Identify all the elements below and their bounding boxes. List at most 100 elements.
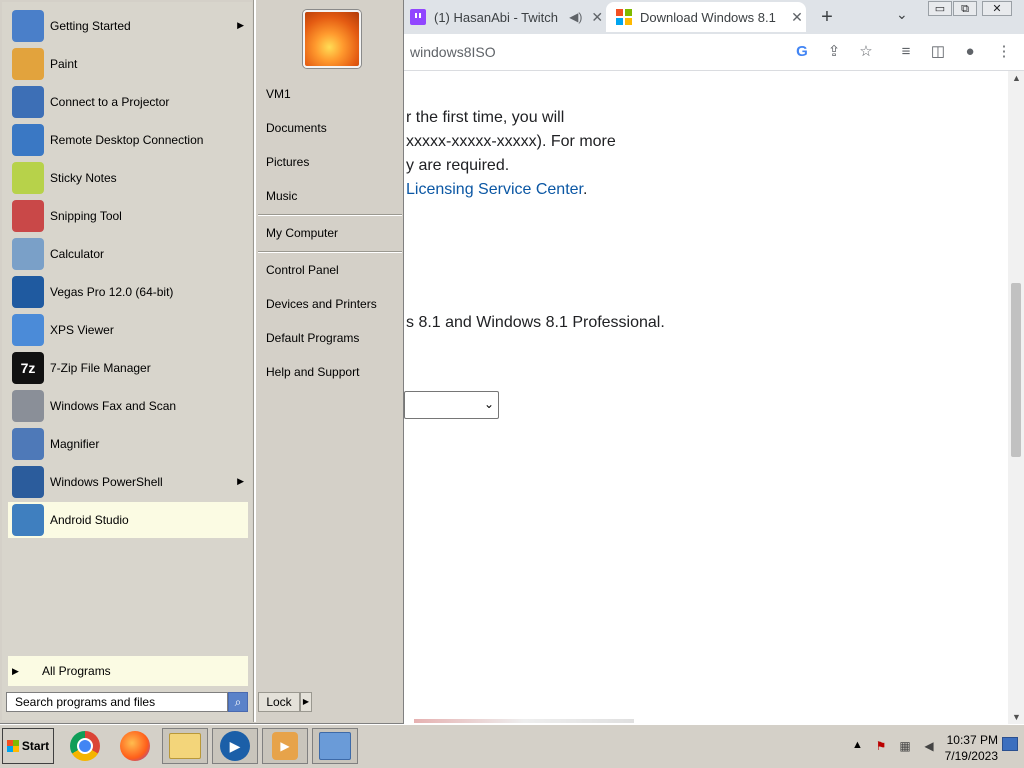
separator [258,214,402,216]
menu-icon[interactable]: ⋮ [994,42,1014,62]
scroll-up-icon[interactable]: ▲ [1012,73,1021,83]
link-control-panel[interactable]: Control Panel [266,263,339,277]
program-label: Sticky Notes [50,171,117,185]
link-help-support[interactable]: Help and Support [266,365,359,379]
show-desktop-button[interactable] [1002,737,1018,751]
program-item[interactable]: Paint [8,46,248,82]
lock-options-arrow-icon[interactable]: ▶ [300,692,312,712]
vlc-icon[interactable]: ▶ [262,728,308,764]
scroll-down-icon[interactable]: ▼ [1012,712,1021,722]
tab-label: (1) HasanAbi - Twitch [434,9,559,25]
media-queue-icon[interactable]: ≡ [896,42,916,62]
profile-icon[interactable]: ● [960,42,980,62]
all-programs-label: All Programs [42,664,111,678]
tab-download-windows[interactable]: Download Windows 8.1 D ✕ [606,2,806,32]
share-icon[interactable]: ⇪ [824,42,844,62]
edition-select[interactable]: ⌄ [404,391,499,419]
remote-desktop-icon [12,124,44,156]
pane-divider [253,0,256,722]
new-tab-button[interactable]: + [816,6,838,29]
all-programs-button[interactable]: ▶ All Programs [8,656,248,686]
program-item[interactable]: Vegas Pro 12.0 (64-bit) [8,274,248,310]
network-settings-icon[interactable] [312,728,358,764]
fax-scan-icon [12,390,44,422]
program-item[interactable]: 7z 7-Zip File Manager [8,350,248,386]
link-user-folder[interactable]: VM1 [266,87,291,101]
magnifier-icon [12,428,44,460]
link-devices-printers[interactable]: Devices and Printers [266,297,377,311]
side-panel-icon[interactable]: ◫ [928,42,948,62]
program-item[interactable]: Sticky Notes [8,160,248,196]
paint-icon [12,48,44,80]
firefox-icon[interactable] [112,728,158,764]
program-label: Vegas Pro 12.0 (64-bit) [50,285,174,299]
powershell-icon [12,466,44,498]
file-explorer-icon[interactable] [162,728,208,764]
snipping-tool-icon [12,200,44,232]
program-item[interactable]: Connect to a Projector [8,84,248,120]
maximize-button[interactable]: ⧉ [953,1,977,16]
address-bar[interactable]: windows8ISO [410,44,496,60]
show-hidden-icons-icon[interactable]: ▲ [852,739,863,751]
clock-time[interactable]: 10:37 PM [936,733,998,747]
tab-twitch[interactable]: (1) HasanAbi - Twitch ◀) ✕ [410,2,606,32]
tab-close-icon[interactable]: ✕ [588,9,606,26]
program-item[interactable]: Android Studio [8,502,248,538]
program-item[interactable]: Remote Desktop Connection [8,122,248,158]
link-default-programs[interactable]: Default Programs [266,331,359,345]
tab-label: Download Windows 8.1 D [640,9,780,25]
program-label: Magnifier [50,437,100,451]
program-item[interactable]: Magnifier [8,426,248,462]
link-my-computer[interactable]: My Computer [266,226,338,240]
separator [258,251,402,253]
licensing-link[interactable]: Licensing Service Center [406,181,583,198]
action-center-flag-icon[interactable]: ⚑ [874,739,888,753]
link-documents[interactable]: Documents [266,121,327,135]
media-player-icon[interactable]: ▶ [212,728,258,764]
chevron-down-icon: ⌄ [483,397,494,411]
content-text: xxxxx-xxxxx-xxxxx). For more [406,133,616,150]
program-label: Windows PowerShell [50,475,163,489]
start-button[interactable]: Start [2,728,54,764]
scroll-thumb[interactable] [1011,283,1021,457]
getting-started-icon [12,10,44,42]
submenu-arrow-icon: ▶ [237,20,244,30]
content-text-line: Licensing Service Center. [406,181,587,199]
program-label: Connect to a Projector [50,95,170,109]
search-icon[interactable]: ⌕ [228,692,248,712]
program-label: 7-Zip File Manager [50,361,151,375]
program-item[interactable]: XPS Viewer [8,312,248,348]
program-item[interactable]: Getting Started ▶ [8,8,248,44]
tab-search-button[interactable]: ⌄ [896,6,908,23]
vegas-pro-icon [12,276,44,308]
android-studio-icon [12,504,44,536]
minimize-button[interactable]: ▭ [928,1,952,16]
7zip-icon: 7z [12,352,44,384]
program-label: Remote Desktop Connection [50,133,204,147]
close-window-button[interactable]: ✕ [982,1,1012,16]
program-item[interactable]: Snipping Tool [8,198,248,234]
program-item[interactable]: Windows Fax and Scan [8,388,248,424]
chrome-icon[interactable] [62,728,108,764]
windows-flag-icon [6,740,19,752]
user-avatar[interactable] [303,10,361,68]
network-icon[interactable]: ▦ [898,739,912,753]
microsoft-favicon-icon [616,9,632,25]
taskbar: Start ▶ ▶ ▲ ⚑ ▦ ◀ 10:37 PM 7/19/2023 [0,724,1024,768]
calculator-icon [12,238,44,270]
content-text: y are required. [406,157,510,174]
clock-date[interactable]: 7/19/2023 [936,749,998,763]
volume-muted-icon[interactable]: ◀ [922,739,936,753]
tab-close-icon[interactable]: ✕ [788,9,806,26]
lock-button[interactable]: Lock [258,692,300,712]
link-music[interactable]: Music [266,189,297,203]
program-item[interactable]: Calculator [8,236,248,272]
google-lens-icon[interactable]: G [792,42,812,62]
link-pictures[interactable]: Pictures [266,155,309,169]
submenu-arrow-icon: ▶ [237,476,244,486]
star-icon[interactable]: ☆ [856,42,876,62]
program-item[interactable]: Windows PowerShell ▶ [8,464,248,500]
speaker-icon[interactable]: ◀) [569,10,582,24]
search-input[interactable]: Search programs and files [6,692,228,712]
page-scrollbar[interactable]: ▲ ▼ [1008,71,1024,724]
